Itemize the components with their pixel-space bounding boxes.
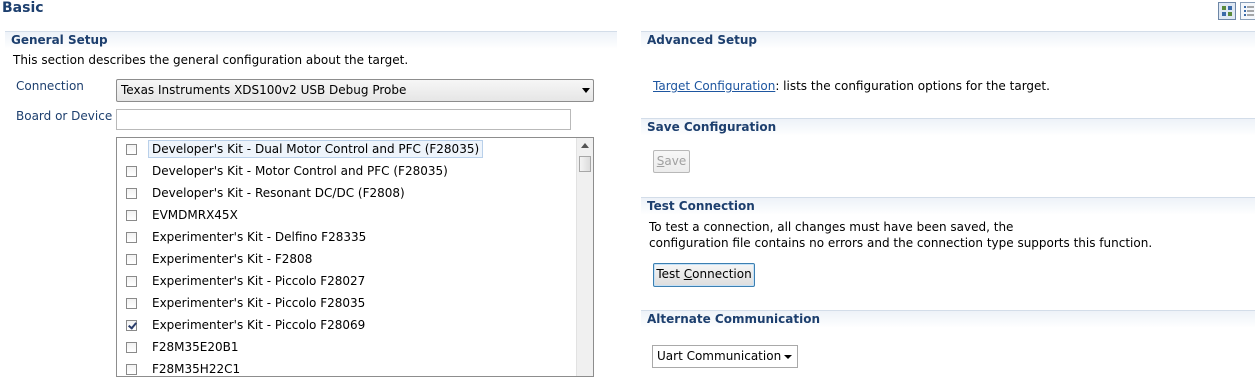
device-list-item[interactable]: F28M35E20B1 <box>117 336 593 358</box>
device-label: Experimenter's Kit - Piccolo F28035 <box>152 296 366 310</box>
test-connection-text-line1: To test a connection, all changes must h… <box>649 220 1014 234</box>
device-label: EVMDMRX45X <box>152 208 238 222</box>
device-list[interactable]: Developer's Kit - Dual Motor Control and… <box>116 137 594 377</box>
device-list-item[interactable]: Developer's Kit - Motor Control and PFC … <box>117 160 593 182</box>
page-title: Basic <box>2 0 44 16</box>
device-list-item[interactable]: Experimenter's Kit - Piccolo F28035 <box>117 292 593 314</box>
advanced-setup-description: Target Configuration: lists the configur… <box>653 79 1050 93</box>
chevron-down-icon <box>582 88 590 93</box>
scroll-thumb[interactable] <box>579 156 591 172</box>
device-label: Developer's Kit - Resonant DC/DC (F2808) <box>152 186 405 200</box>
chevron-down-icon <box>784 355 792 359</box>
device-checkbox[interactable] <box>126 341 137 353</box>
general-setup-header: General Setup <box>5 31 617 49</box>
save-button-label: ave <box>664 154 687 168</box>
device-checkbox[interactable] <box>126 319 137 331</box>
device-checkbox[interactable] <box>126 231 137 243</box>
device-list-item[interactable]: Experimenter's Kit - Piccolo F28069 <box>117 314 593 336</box>
device-checkbox[interactable] <box>126 187 137 199</box>
save-button[interactable]: Save <box>653 150 690 173</box>
device-list-items: Developer's Kit - Dual Motor Control and… <box>117 138 593 376</box>
device-checkbox[interactable] <box>126 297 137 309</box>
device-checkbox[interactable] <box>126 143 137 155</box>
device-list-item[interactable]: Experimenter's Kit - Piccolo F28027 <box>117 270 593 292</box>
device-label: F28M35E20B1 <box>152 340 239 354</box>
connection-label: Connection <box>16 79 84 93</box>
device-checkbox[interactable] <box>126 275 137 287</box>
device-checkbox[interactable] <box>126 253 137 265</box>
board-filter-input[interactable] <box>116 109 571 130</box>
device-label: Developer's Kit - Motor Control and PFC … <box>152 164 448 178</box>
device-label: Experimenter's Kit - Delfino F28335 <box>152 230 367 244</box>
device-label: Experimenter's Kit - Piccolo F28069 <box>152 318 366 332</box>
device-checkbox[interactable] <box>126 165 137 177</box>
test-connection-button[interactable]: Test Connection <box>653 263 755 287</box>
target-configuration-link[interactable]: Target Configuration <box>653 79 775 93</box>
board-or-device-label: Board or Device <box>16 109 113 123</box>
grid-view-icon[interactable] <box>1218 2 1236 20</box>
test-connection-text-line2: configuration file contains no errors an… <box>649 236 1153 250</box>
device-list-item[interactable]: EVMDMRX45X <box>117 204 593 226</box>
device-label: Developer's Kit - Dual Motor Control and… <box>148 140 484 158</box>
device-checkbox[interactable] <box>126 209 137 221</box>
connection-select-value: Texas Instruments XDS100v2 USB Debug Pro… <box>121 83 407 97</box>
alternate-communication-value: Uart Communication <box>657 349 782 363</box>
device-checkbox[interactable] <box>126 363 137 375</box>
connection-select[interactable]: Texas Instruments XDS100v2 USB Debug Pro… <box>116 79 594 102</box>
device-label: Experimenter's Kit - F2808 <box>152 252 313 266</box>
device-list-item[interactable]: Experimenter's Kit - F2808 <box>117 248 593 270</box>
device-list-item[interactable]: Experimenter's Kit - Delfino F28335 <box>117 226 593 248</box>
device-list-item[interactable]: Developer's Kit - Dual Motor Control and… <box>117 138 593 160</box>
device-label: F28M35H22C1 <box>152 362 241 376</box>
advanced-setup-header: Advanced Setup <box>641 31 1255 49</box>
alternate-communication-header: Alternate Communication <box>641 310 1255 328</box>
test-connection-label-pre: Test <box>656 267 684 281</box>
device-label: Experimenter's Kit - Piccolo F28027 <box>152 274 366 288</box>
target-configuration-suffix: : lists the configuration options for th… <box>775 79 1050 93</box>
test-connection-mnemonic: C <box>683 267 693 281</box>
alternate-communication-select[interactable]: Uart Communication <box>652 345 798 368</box>
general-setup-description: This section describes the general confi… <box>13 53 409 67</box>
test-connection-label-rest: onnection <box>692 267 752 281</box>
device-list-item[interactable]: Developer's Kit - Resonant DC/DC (F2808) <box>117 182 593 204</box>
test-connection-header: Test Connection <box>641 197 1255 215</box>
scroll-up-arrow-icon[interactable] <box>581 143 589 148</box>
list-view-icon[interactable] <box>1240 2 1255 20</box>
view-toggle-group <box>1218 2 1255 20</box>
save-configuration-header: Save Configuration <box>641 118 1255 136</box>
device-list-scrollbar[interactable] <box>576 138 593 376</box>
